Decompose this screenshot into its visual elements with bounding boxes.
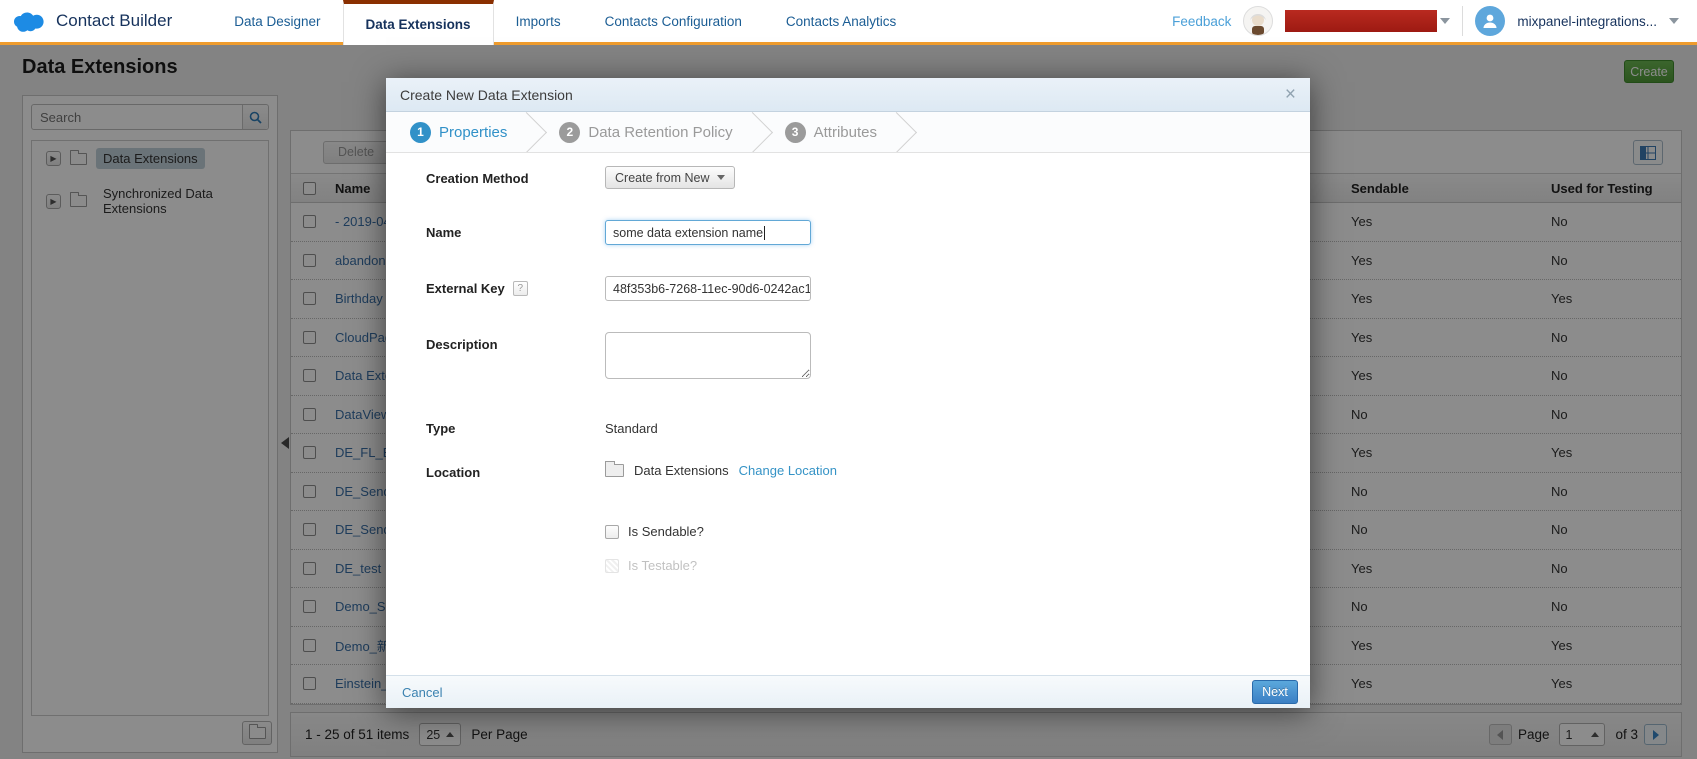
nav-item[interactable]: Data Designer [212,0,342,42]
folder-icon [605,464,624,477]
modal-title: Create New Data Extension [400,87,573,103]
creation-method-dropdown[interactable]: Create from New [605,166,735,189]
salesforce-cloud-icon [14,10,46,32]
nav-item[interactable]: Data Extensions [343,0,494,45]
cancel-link[interactable]: Cancel [402,685,442,700]
wizard-step[interactable]: 1 Properties [398,112,547,153]
user-avatar-icon[interactable] [1475,6,1505,36]
feedback-link[interactable]: Feedback [1172,14,1231,29]
einstein-avatar[interactable] [1243,6,1273,36]
wizard-steps: 1 Properties 2 Data Retention Policy 3 A… [386,112,1310,153]
app-window: Contact Builder Data Designer Data Exten… [0,0,1697,759]
help-icon[interactable]: ? [513,281,528,296]
step-number-badge: 1 [410,122,431,143]
divider [1462,6,1463,36]
modal-body: Creation Method Create from New Name som… [386,154,1310,675]
create-data-extension-modal: Create New Data Extension × 1 Properties… [386,78,1310,708]
creation-method-label: Creation Method [426,166,605,189]
is-testable-label: Is Testable? [628,558,697,573]
type-value: Standard [605,416,658,436]
nav-item[interactable]: Contacts Analytics [764,0,918,42]
redacted-account-region[interactable] [1285,10,1437,32]
next-button[interactable]: Next [1252,680,1298,704]
location-label: Location [426,460,605,480]
nav-item[interactable]: Imports [494,0,583,42]
location-value: Data Extensions [634,463,729,478]
description-textarea[interactable] [605,332,811,379]
modal-footer: Cancel Next [386,675,1310,708]
name-label: Name [426,220,605,245]
modal-header: Create New Data Extension × [386,78,1310,112]
account-caret-down-icon[interactable] [1669,18,1679,24]
app-brand[interactable]: Contact Builder [0,0,212,42]
step-number-badge: 2 [559,122,580,143]
is-sendable-checkbox[interactable] [605,525,619,539]
app-name: Contact Builder [56,11,172,31]
primary-nav: Data Designer Data Extensions Imports Co… [212,0,918,42]
external-key-label: External Key ? [426,276,605,301]
change-location-link[interactable]: Change Location [739,463,837,478]
top-nav: Contact Builder Data Designer Data Exten… [0,0,1697,45]
description-label: Description [426,332,605,379]
close-icon[interactable]: × [1285,85,1296,104]
account-name[interactable]: mixpanel-integrations... [1517,14,1657,29]
is-sendable-label: Is Sendable? [628,524,704,539]
nav-item[interactable]: Contacts Configuration [583,0,764,42]
wizard-step[interactable]: 2 Data Retention Policy [547,112,772,153]
wizard-step[interactable]: 3 Attributes [773,112,917,153]
person-icon [1481,12,1499,30]
external-key-input[interactable]: 48f353b6-7268-11ec-90d6-0242ac1200 [605,276,811,301]
type-label: Type [426,416,605,436]
is-testable-checkbox [605,559,619,573]
caret-down-icon[interactable] [1440,18,1450,24]
name-input[interactable]: some data extension name [605,220,811,245]
nav-right: Feedback mixpanel-integrations... [1172,0,1697,42]
dropdown-caret-icon [717,175,725,180]
step-number-badge: 3 [785,122,806,143]
text-cursor [764,226,765,240]
einstein-character-icon [1247,11,1269,35]
